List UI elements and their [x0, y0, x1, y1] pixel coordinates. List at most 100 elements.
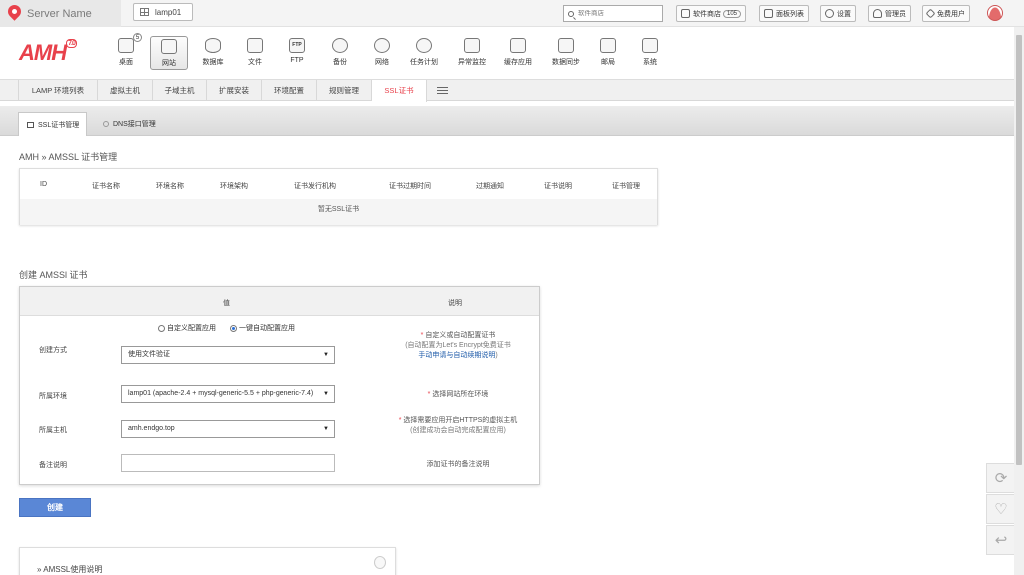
subnav-rules[interactable]: 规则管理: [317, 80, 372, 101]
back-icon[interactable]: ↩: [986, 525, 1016, 555]
store-count-badge: 105: [723, 9, 742, 18]
col-id: ID: [40, 181, 47, 188]
nav-website-label: 网站: [162, 60, 176, 67]
main-nav: AMH 7.0 5 桌面 网站 数据库 文件 FTP FTP 备份 网络 任务计划…: [0, 28, 1014, 77]
settings-label: 设置: [837, 10, 851, 18]
nav-cache-label: 缓存应用: [504, 59, 532, 66]
nav-mail-label: 邮局: [601, 59, 615, 66]
subnav-lamp-list[interactable]: LAMP 环境列表: [18, 80, 98, 101]
nav-ftp-label: FTP: [290, 57, 304, 64]
nav-sync[interactable]: 数据同步: [547, 36, 585, 70]
server-name: Server Name: [27, 7, 92, 20]
cert-table: ID 证书名称 环境名称 环境架构 证书发行机构 证书过期时间 过期通知 证书说…: [19, 168, 658, 225]
scrollbar[interactable]: [1014, 27, 1024, 575]
subnav-env-config[interactable]: 环境配置: [262, 80, 317, 101]
create-section-title: 创建 AMSSl 证书: [19, 270, 88, 280]
search-icon: [568, 10, 574, 17]
note-input[interactable]: [121, 454, 335, 472]
host-desc-line1: 选择需要应用开启HTTPS的虚拟主机: [403, 417, 518, 424]
verify-method-select[interactable]: 使用文件验证: [121, 346, 335, 364]
folder-icon: [247, 38, 263, 53]
desktop-badge: 5: [133, 33, 142, 42]
radio-custom[interactable]: [158, 324, 165, 332]
method-desc-line2: (自动配置为Let's Encrypt免费证书: [405, 342, 511, 349]
nav-system[interactable]: 系统: [631, 36, 669, 70]
diamond-icon: [925, 8, 936, 19]
method-description: * 自定义或自动配置证书 (自动配置为Let's Encrypt免费证书 手动申…: [363, 331, 553, 361]
free-user-button[interactable]: 免费用户: [922, 5, 970, 22]
col-cert-name: 证书名称: [92, 183, 120, 190]
env-description: * 选择网站所在环境: [427, 391, 489, 398]
breadcrumb: AMH » AMSSL 证书管理: [19, 152, 118, 162]
admin-button[interactable]: 管理员: [868, 5, 911, 22]
nav-cron[interactable]: 任务计划: [405, 36, 443, 70]
heart-icon[interactable]: ♡: [986, 494, 1016, 524]
nav-desktop[interactable]: 5 桌面: [107, 33, 145, 70]
method-radio-group: 自定义配置应用 一键自动配置应用: [158, 323, 295, 333]
tab-dns-manage[interactable]: DNS接口管理: [95, 112, 156, 136]
note-description: 添加证书的备注说明: [426, 461, 490, 468]
subnav-sub-host[interactable]: 子域主机: [153, 80, 207, 101]
host-select[interactable]: amh.endgo.top: [121, 420, 335, 438]
col-env-arch: 环境架构: [220, 183, 248, 190]
env-label: 所属环境: [39, 393, 67, 400]
col-cert-desc: 证书说明: [544, 183, 572, 190]
host-desc-line2: (创建成功会自动完成配置应用): [410, 427, 506, 434]
help-title: » AMSSL使用说明: [37, 565, 103, 574]
tab-ssl-manage-label: SSL证书管理: [38, 121, 80, 129]
environment-button[interactable]: lamp01: [133, 3, 193, 21]
software-store-button[interactable]: 软件商店 105: [676, 5, 747, 22]
radio-auto-label: 一键自动配置应用: [239, 325, 295, 332]
nav-mail[interactable]: 邮局: [589, 36, 627, 70]
create-button[interactable]: 创建: [19, 498, 91, 517]
subnav-ssl[interactable]: SSL证书: [372, 80, 427, 102]
search-input[interactable]: [578, 10, 658, 17]
mail-icon: [600, 38, 616, 53]
database-icon: [205, 38, 221, 53]
avatar[interactable]: [987, 5, 1003, 21]
radio-custom-label: 自定义配置应用: [167, 325, 216, 332]
nav-monitor[interactable]: 异常监控: [453, 36, 491, 70]
store-label: 软件商店: [693, 10, 721, 18]
nav-files[interactable]: 文件: [236, 36, 274, 70]
settings-button[interactable]: 设置: [820, 5, 856, 22]
col-env-name: 环境名称: [156, 183, 184, 190]
nav-network[interactable]: 网络: [363, 36, 401, 70]
nav-database[interactable]: 数据库: [194, 36, 232, 70]
menu-icon[interactable]: [437, 87, 448, 94]
tab-ssl-manage[interactable]: SSL证书管理: [18, 112, 87, 136]
monitor-chart-icon: [464, 38, 480, 53]
grid-icon: [140, 8, 149, 16]
nav-backup-label: 备份: [333, 59, 347, 66]
scrollbar-thumb[interactable]: [1016, 35, 1022, 465]
col-description: 说明: [448, 300, 462, 307]
nav-backup[interactable]: 备份: [321, 36, 359, 70]
sub-nav: LAMP 环境列表 虚拟主机 子域主机 扩展安装 环境配置 规则管理 SSL证书: [0, 79, 1014, 102]
nav-ftp[interactable]: FTP FTP: [278, 36, 316, 70]
empty-row: 暂无SSL证书: [20, 199, 657, 225]
env-select[interactable]: lamp01 (apache-2.4 + mysql-generic-5.5 +…: [121, 385, 335, 403]
nav-network-label: 网络: [375, 59, 389, 66]
gear-icon: [825, 9, 834, 18]
refresh-icon[interactable]: ⟳: [986, 463, 1016, 493]
globe-icon: [374, 38, 390, 53]
user-icon: [873, 9, 882, 18]
subnav-virtual-host[interactable]: 虚拟主机: [98, 80, 153, 101]
subnav-extensions[interactable]: 扩展安装: [207, 80, 262, 101]
help-panel[interactable]: » AMSSL使用说明: [19, 547, 396, 575]
cache-icon: [510, 38, 526, 53]
radio-auto[interactable]: [230, 324, 237, 332]
sync-icon: [558, 38, 574, 53]
nav-cache[interactable]: 缓存应用: [499, 36, 537, 70]
method-desc-tail: ): [495, 352, 498, 359]
col-issuer: 证书发行机构: [294, 183, 336, 190]
admin-label: 管理员: [885, 10, 906, 18]
host-label: 所属主机: [39, 427, 67, 434]
server-selector[interactable]: Server Name: [0, 0, 121, 27]
panel-icon: [764, 9, 773, 18]
nav-website[interactable]: 网站: [150, 36, 188, 70]
renew-help-link[interactable]: 手动申请与自动续期说明: [418, 352, 495, 359]
search-box[interactable]: [563, 5, 663, 22]
panel-list-button[interactable]: 面板列表: [759, 5, 809, 22]
tab-dns-manage-label: DNS接口管理: [113, 121, 156, 128]
